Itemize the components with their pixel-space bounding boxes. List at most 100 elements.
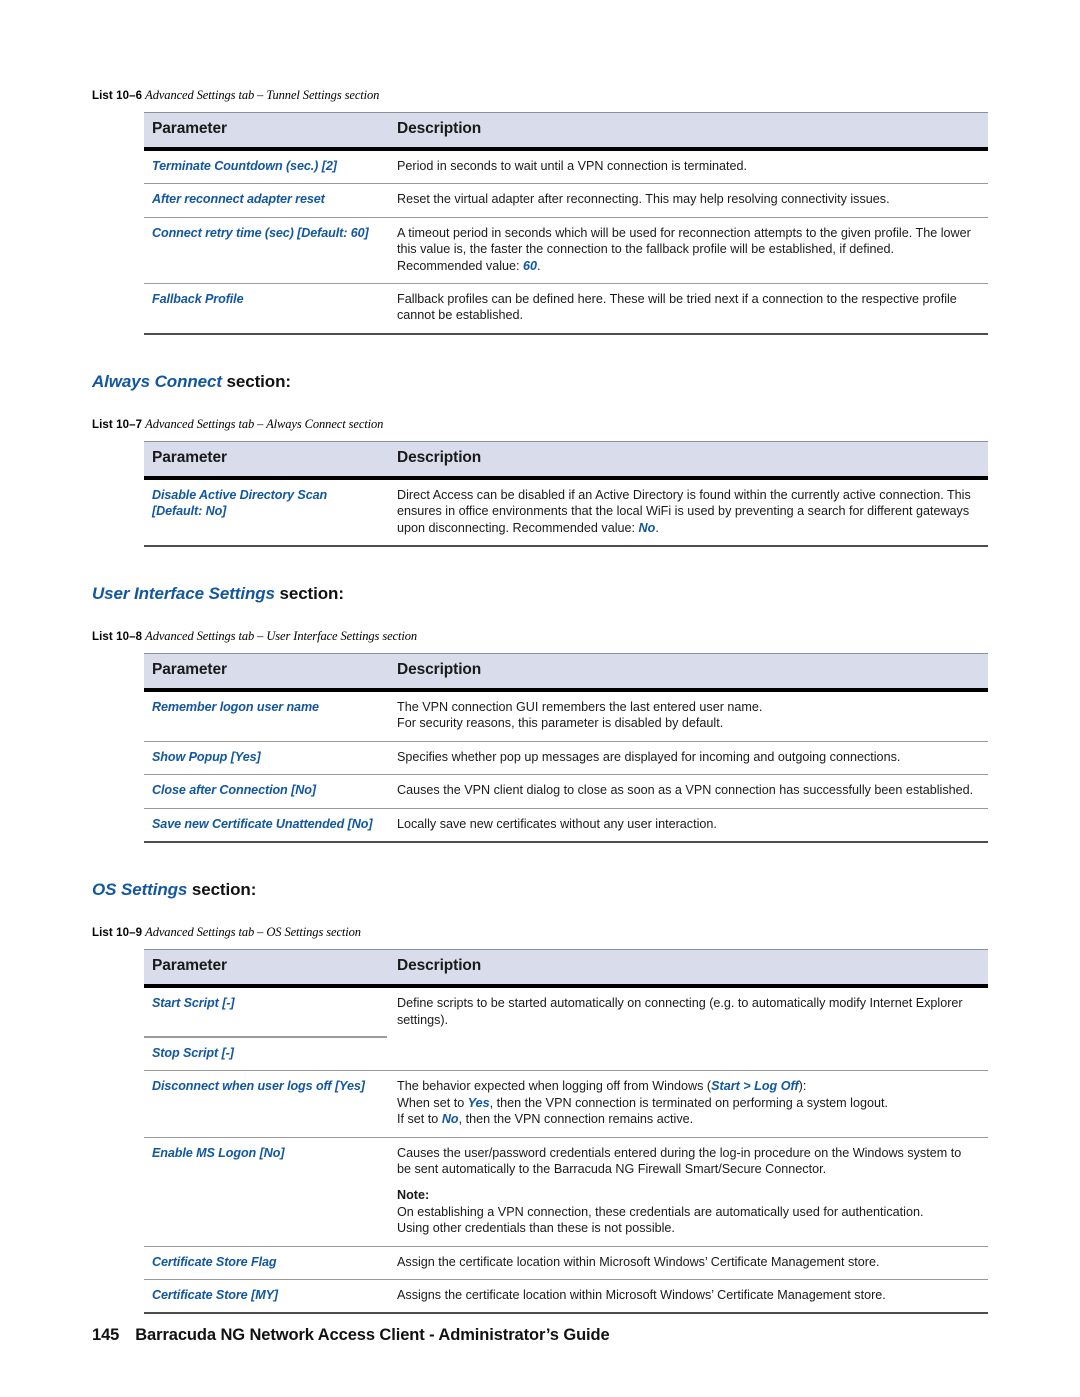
table-user-interface-settings: Parameter Description Remember logon use…: [144, 653, 988, 844]
section-heading-os-settings: OS Settings section:: [92, 879, 988, 901]
table-row: Disconnect when user logs off [Yes] The …: [144, 1070, 988, 1138]
page-footer: 145 Barracuda NG Network Access Client - …: [92, 1326, 988, 1345]
note-label: Note:: [397, 1188, 430, 1203]
description-line: Causes the user/password credentials ent…: [397, 1145, 962, 1176]
description-text: Causes the VPN client dialog to close as…: [397, 783, 974, 798]
description-line: If set to No, then the VPN connection re…: [397, 1111, 974, 1127]
parameter-default: [No]: [259, 1145, 285, 1160]
table-always-connect: Parameter Description Disable Active Dir…: [144, 440, 988, 548]
description-text-post: .: [655, 520, 659, 535]
parameter-name: Close after Connection: [152, 783, 288, 798]
description-cell: [387, 1036, 988, 1072]
section-heading-suffix: section:: [274, 584, 344, 604]
section-heading-name: Always Connect: [92, 371, 222, 391]
caption-text: Advanced Settings tab – User Interface S…: [145, 629, 418, 644]
description-emphasis: 60: [523, 258, 538, 273]
parameter-cell: Disable Active Directory Scan [Default: …: [144, 477, 387, 548]
parameter-cell: After reconnect adapter reset: [144, 183, 387, 218]
table-caption-10-8: List 10–8 Advanced Settings tab – User I…: [92, 629, 988, 644]
description-cell: Assign the certificate location within M…: [387, 1246, 988, 1280]
description-text: Reset the virtual adapter after reconnec…: [397, 192, 890, 207]
table-os-settings: Parameter Description Start Script [-] D…: [144, 949, 988, 1315]
parameter-name: Fallback Profile: [152, 292, 244, 307]
description-cell: Locally save new certificates without an…: [387, 808, 988, 844]
caption-text: Advanced Settings tab – Tunnel Settings …: [145, 88, 380, 102]
description-emphasis: Yes: [467, 1095, 490, 1110]
description-line: The VPN connection GUI remembers the las…: [397, 700, 763, 715]
description-text: Define scripts to be started automatical…: [397, 996, 963, 1027]
description-cell: Period in seconds to wait until a VPN co…: [387, 149, 988, 185]
column-header-parameter: Parameter: [144, 112, 387, 151]
description-line: On establishing a VPN connection, these …: [397, 1204, 924, 1219]
description-cell: Causes the user/password credentials ent…: [387, 1137, 988, 1247]
description-cell: Specifies whether pop up messages are di…: [387, 741, 988, 776]
table-row: After reconnect adapter reset Reset the …: [144, 183, 988, 218]
description-cell: Direct Access can be disabled if an Acti…: [387, 477, 988, 548]
parameter-name: Show Popup: [152, 749, 228, 764]
parameter-default: [MY]: [251, 1287, 278, 1302]
caption-text: Advanced Settings tab – Always Connect s…: [145, 416, 384, 431]
parameter-name: Connect retry time (sec) [Default: 60]: [152, 225, 369, 240]
table-row: Start Script [-] Define scripts to be st…: [144, 986, 988, 1038]
parameter-name: Disable Active Directory Scan: [152, 487, 328, 502]
description-line: For security reasons, this parameter is …: [397, 716, 724, 731]
parameter-cell: Certificate Store Flag: [144, 1246, 387, 1280]
parameter-default: [Yes]: [335, 1079, 365, 1094]
parameter-default: [Yes]: [230, 749, 261, 764]
description-text: Fallback profiles can be defined here. T…: [397, 292, 957, 323]
parameter-cell: Close after Connection [No]: [144, 774, 387, 809]
description-text-pre: Direct Access can be disabled if an Acti…: [397, 487, 971, 535]
parameter-default: [No]: [291, 783, 316, 798]
parameter-name: Start Script: [152, 996, 219, 1011]
description-text-pre: The behavior expected when logging off f…: [397, 1079, 712, 1094]
description-text-pre: A timeout period in seconds which will b…: [397, 225, 971, 273]
table-header-row: Parameter Description: [144, 112, 988, 151]
description-cell: A timeout period in seconds which will b…: [387, 217, 988, 285]
section-heading-suffix: section:: [221, 371, 292, 391]
parameter-name: Remember logon user name: [152, 700, 319, 715]
column-header-description: Description: [387, 653, 988, 693]
table-row: Save new Certificate Unattended [No] Loc…: [144, 808, 988, 844]
table-caption-10-9: List 10–9 Advanced Settings tab – OS Set…: [92, 925, 988, 940]
parameter-cell: Enable MS Logon [No]: [144, 1137, 387, 1247]
table-row: Fallback Profile Fallback profiles can b…: [144, 283, 988, 335]
table-row: Remember logon user name The VPN connect…: [144, 690, 988, 742]
parameter-cell: Save new Certificate Unattended [No]: [144, 808, 387, 844]
table-header-row: Parameter Description: [144, 653, 988, 693]
section-heading-name: OS Settings: [92, 880, 188, 900]
description-cell: The behavior expected when logging off f…: [387, 1070, 988, 1138]
parameter-name: After reconnect adapter reset: [152, 192, 325, 207]
table-caption-10-7: List 10–7 Advanced Settings tab – Always…: [92, 417, 988, 432]
description-cell: The VPN connection GUI remembers the las…: [387, 690, 988, 742]
parameter-cell: Connect retry time (sec) [Default: 60]: [144, 217, 387, 285]
description-line: The behavior expected when logging off f…: [397, 1078, 974, 1094]
description-text: Period in seconds to wait until a VPN co…: [397, 159, 748, 173]
description-text: Assign the certificate location within M…: [397, 1254, 880, 1269]
table-row: Disable Active Directory Scan [Default: …: [144, 477, 988, 548]
table-header-row: Parameter Description: [144, 440, 988, 480]
parameter-cell: Show Popup [Yes]: [144, 741, 387, 776]
parameter-name: Certificate Store Flag: [152, 1254, 277, 1269]
parameter-name: Terminate Countdown (sec.): [152, 159, 319, 173]
column-header-description: Description: [387, 949, 988, 989]
table-row: Certificate Store Flag Assign the certif…: [144, 1246, 988, 1280]
column-header-parameter: Parameter: [144, 653, 387, 693]
parameter-cell: Disconnect when user logs off [Yes]: [144, 1070, 387, 1138]
description-cell: Define scripts to be started automatical…: [387, 986, 988, 1037]
description-text-post: , then the VPN connection remains active…: [458, 1112, 694, 1127]
description-line: When set to Yes, then the VPN connection…: [397, 1095, 974, 1111]
description-text-pre: If set to: [397, 1112, 442, 1127]
description-text-post: ):: [798, 1079, 807, 1094]
page-content: List 10–6 Advanced Settings tab – Tunnel…: [92, 88, 988, 1315]
table-row: Close after Connection [No] Causes the V…: [144, 774, 988, 809]
column-header-description: Description: [387, 112, 988, 151]
description-text-post: .: [537, 258, 541, 273]
caption-number: List 10–8: [92, 631, 143, 644]
parameter-default: [No]: [347, 816, 373, 831]
caption-number: List 10–6: [92, 90, 143, 102]
parameter-cell: Stop Script [-]: [144, 1036, 387, 1072]
footer-title: Barracuda NG Network Access Client - Adm…: [135, 1326, 610, 1344]
description-text: Assigns the certificate location within …: [397, 1287, 886, 1302]
caption-text: Advanced Settings tab – OS Settings sect…: [145, 925, 361, 940]
table-row: Terminate Countdown (sec.) [2] Period in…: [144, 149, 988, 185]
